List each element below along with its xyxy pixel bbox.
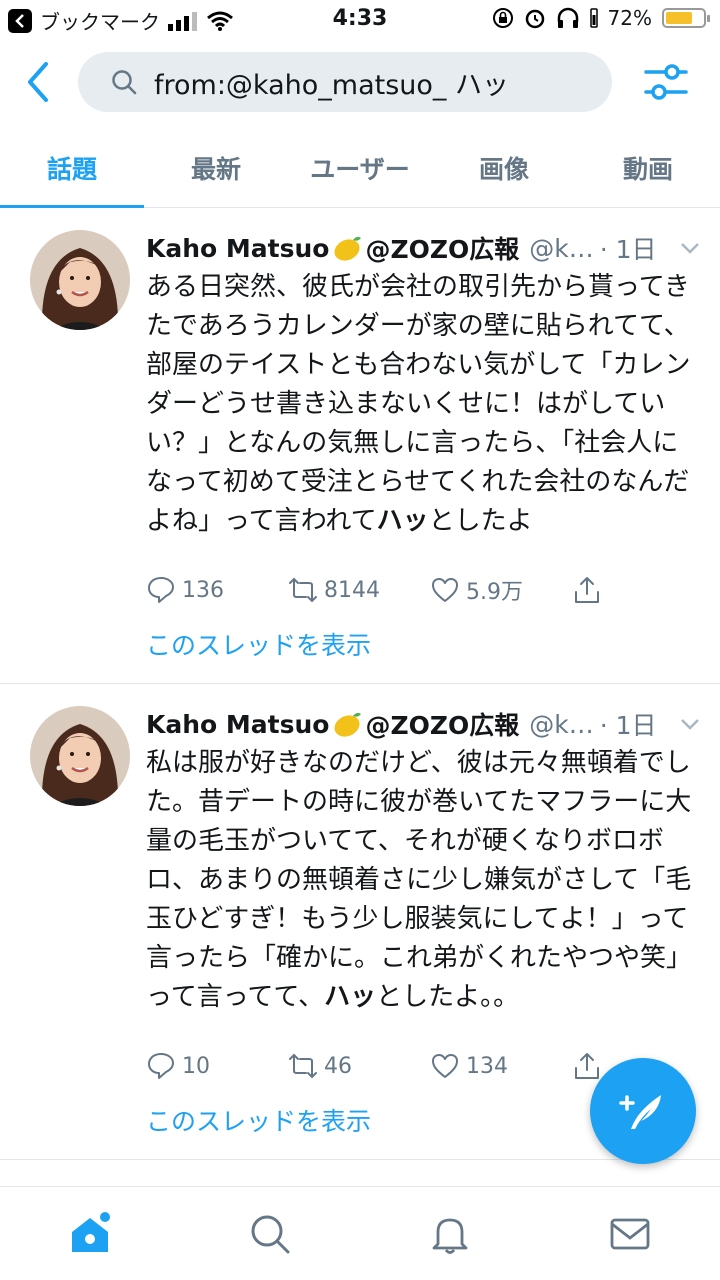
search-tabs: 話題 最新 ユーザー 画像 動画 (0, 130, 720, 208)
search-icon (251, 1215, 290, 1253)
tweet-text-main: ある日突然、彼氏が会社の取引先から貰ってきたであろうカレンダーが家の壁に貼られて… (146, 272, 691, 536)
share-icon (575, 577, 599, 603)
like-count: 5.9万 (466, 580, 523, 605)
tab-people[interactable]: ユーザー (288, 130, 432, 207)
rotation-lock-icon (492, 8, 513, 28)
tweet-actions: 10 46 134 (146, 1046, 616, 1086)
tab-videos[interactable]: 動画 (576, 130, 720, 207)
retweet-button[interactable]: 46 (288, 1051, 430, 1081)
reply-icon (148, 577, 174, 603)
nav-home[interactable] (60, 1204, 120, 1264)
retweet-count: 46 (324, 1053, 352, 1079)
lemon-emoji-icon (334, 236, 362, 261)
tweet-actions: 136 8144 5.9万 (146, 570, 616, 610)
tab-latest[interactable]: 最新 (144, 130, 288, 207)
tweet-text-bold: ハッ (376, 506, 429, 536)
tweet-text-end: としたよ。。 (376, 982, 520, 1012)
retweet-icon (289, 1053, 317, 1079)
lemon-emoji-icon (334, 712, 362, 737)
search-header: from:@kaho_matsuo_ ハッ (0, 40, 720, 130)
like-count: 134 (466, 1053, 508, 1079)
reply-icon (148, 1053, 174, 1079)
display-name-suffix[interactable]: @ZOZO広報 (365, 230, 519, 266)
nav-search[interactable] (240, 1204, 300, 1264)
alarm-icon (525, 9, 544, 29)
headphones-icon (557, 7, 578, 28)
tweet-header: Kaho Matsuo @ZOZO広報 @k… · 1日 (146, 706, 706, 742)
battery-small-icon (589, 8, 598, 28)
retweet-count: 8144 (324, 577, 380, 603)
share-button[interactable] (572, 575, 612, 605)
search-icon (112, 70, 137, 95)
tweet-header: Kaho Matsuo @ZOZO広報 @k… · 1日 (146, 230, 706, 266)
status-right: 72% (492, 6, 710, 30)
tab-photos[interactable]: 画像 (432, 130, 576, 207)
chevron-down-icon[interactable] (678, 712, 702, 736)
user-handle[interactable]: @k… (529, 234, 593, 263)
share-icon (575, 1053, 599, 1079)
battery-icon (662, 8, 710, 28)
tweet-text-end: としたよ (428, 506, 533, 536)
chevron-down-icon[interactable] (678, 236, 702, 260)
nav-notifications[interactable] (420, 1204, 480, 1264)
battery-level (666, 12, 692, 24)
reply-count: 10 (182, 1053, 210, 1079)
tweet-time: · 1日 (599, 235, 657, 264)
tab-top[interactable]: 話題 (0, 130, 144, 208)
tweet-text-main: 私は服が好きなのだけど、彼は元々無頓着でした。昔デートの時に彼が巻いてたマフラー… (146, 748, 693, 1012)
reply-count: 136 (182, 577, 224, 603)
avatar[interactable] (30, 706, 130, 806)
bottom-nav (0, 1186, 720, 1280)
search-query: from:@kaho_matsuo_ ハッ (154, 69, 509, 101)
search-input[interactable]: from:@kaho_matsuo_ ハッ (78, 52, 612, 112)
home-unread-dot (100, 1211, 110, 1222)
avatar[interactable] (30, 230, 130, 330)
tweet-text: 私は服が好きなのだけど、彼は元々無頓着でした。昔デートの時に彼が巻いてたマフラー… (146, 744, 694, 1017)
tweet-time: · 1日 (599, 711, 657, 740)
reply-button[interactable]: 10 (146, 1051, 288, 1081)
nav-messages[interactable] (600, 1204, 660, 1264)
retweet-button[interactable]: 8144 (288, 575, 430, 605)
tweet-text: ある日突然、彼氏が会社の取引先から貰ってきたであろうカレンダーが家の壁に貼られて… (146, 268, 694, 541)
retweet-icon (289, 577, 317, 603)
compose-tweet-button[interactable] (590, 1058, 696, 1164)
status-bar: ブックマーク 4:33 72% (0, 0, 720, 40)
tweet-text-bold: ハッ (324, 982, 377, 1012)
heart-icon (432, 1054, 458, 1078)
show-thread-link[interactable]: このスレッドを表示 (146, 1102, 371, 1138)
compose-quill-icon (619, 1095, 661, 1129)
like-button[interactable]: 5.9万 (430, 574, 572, 606)
display-name-suffix[interactable]: @ZOZO広報 (365, 706, 519, 742)
reply-button[interactable]: 136 (146, 575, 288, 605)
filter-settings-icon[interactable] (644, 60, 688, 104)
display-name[interactable]: Kaho Matsuo (146, 710, 329, 739)
tweet[interactable]: Kaho Matsuo @ZOZO広報 @k… · 1日 ある日突然、彼氏が会社… (0, 208, 720, 684)
mail-icon (610, 1218, 650, 1249)
display-name[interactable]: Kaho Matsuo (146, 234, 329, 263)
like-button[interactable]: 134 (430, 1051, 572, 1081)
bell-icon (432, 1218, 468, 1254)
show-thread-link[interactable]: このスレッドを表示 (146, 626, 371, 662)
heart-icon (432, 578, 458, 602)
user-handle[interactable]: @k… (529, 710, 593, 739)
next-tweet-partial (0, 1160, 720, 1186)
battery-percent: 72% (607, 6, 652, 30)
back-arrow-icon[interactable] (20, 60, 56, 104)
